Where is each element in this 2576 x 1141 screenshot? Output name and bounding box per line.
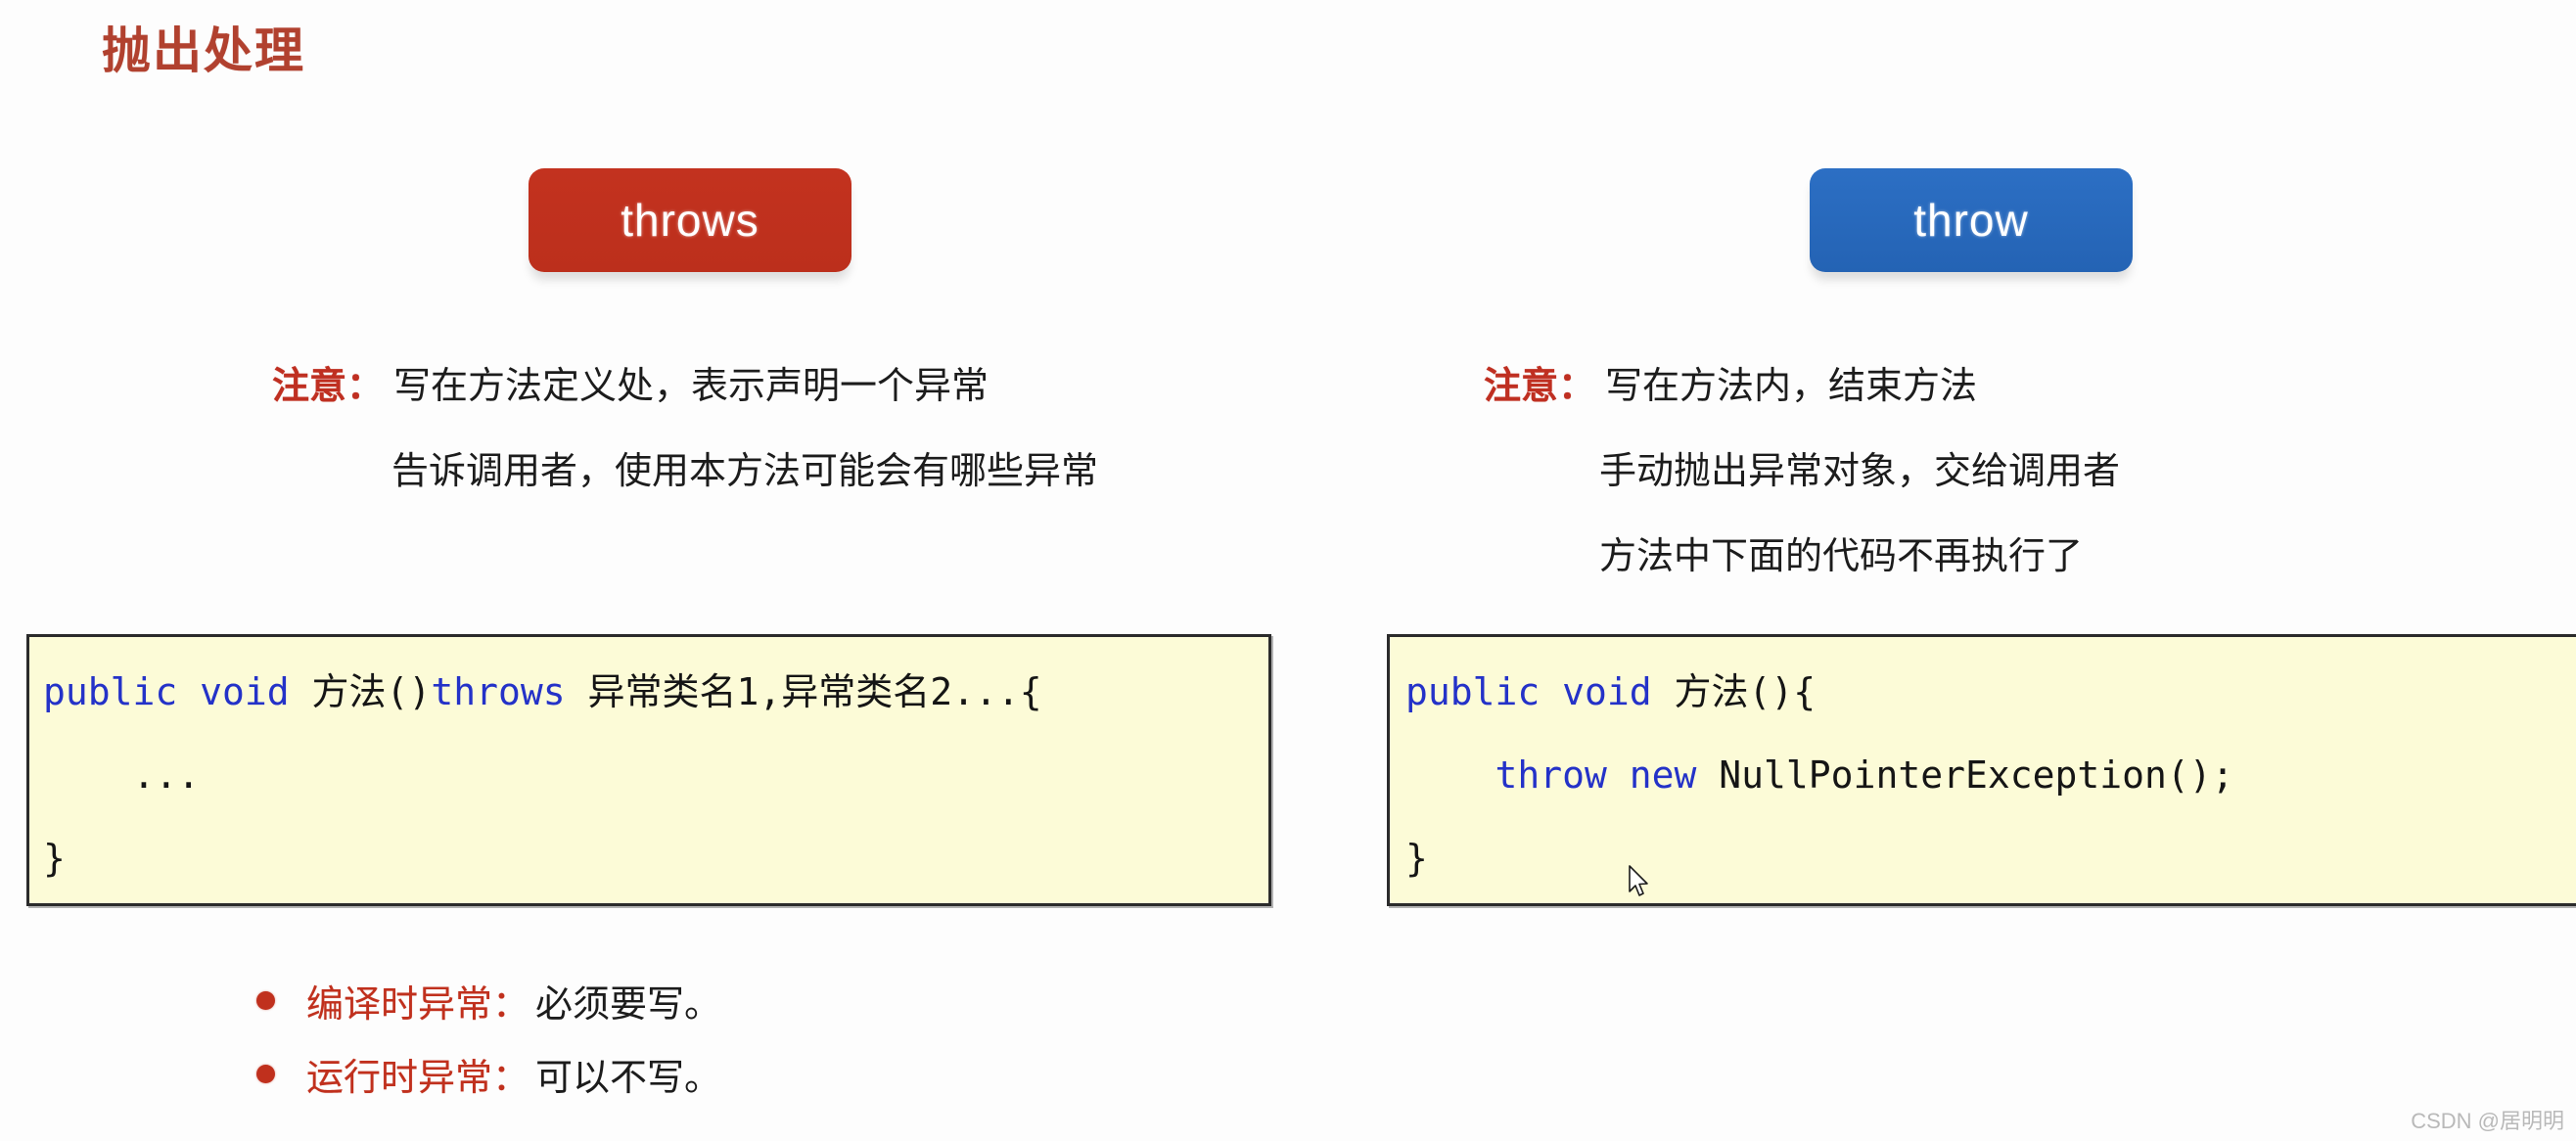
note-text: 方法中下面的代码不再执行了 — [1599, 536, 2084, 577]
throw-note-block: 注意： 写在方法内，结束方法 手动抛出异常对象，交给调用者 方法中下面的代码不再执… — [1484, 344, 2120, 600]
code-text: } — [43, 837, 66, 880]
code-text: 方法() — [311, 670, 432, 713]
throws-badge-label: throws — [621, 195, 759, 246]
throws-code-block: public void 方法()throws 异常类名1,异常类名2...{ .… — [26, 634, 1271, 906]
list-item-term: 编译时异常： — [306, 984, 530, 1026]
list-item: 运行时异常： 可以不写。 — [256, 1037, 721, 1111]
note-row: 注意： 写在方法定义处，表示声明一个异常 — [272, 344, 1098, 430]
note-label: 注意： — [272, 366, 385, 407]
code-text: ... — [43, 753, 201, 797]
code-line: ... — [29, 744, 1268, 827]
code-keyword: throws — [431, 670, 566, 713]
note-row: 方法中下面的代码不再执行了 — [1484, 515, 2120, 600]
list-item-desc: 必须要写。 — [535, 984, 722, 1026]
note-text: 告诉调用者，使用本方法可能会有哪些异常 — [391, 451, 1099, 492]
code-line: } — [29, 827, 1268, 903]
code-line: throw new NullPointerException(); — [1390, 744, 2576, 827]
code-line: } — [1390, 827, 2576, 903]
note-text: 写在方法内，结束方法 — [1605, 366, 1978, 407]
throws-note-block: 注意： 写在方法定义处，表示声明一个异常 告诉调用者，使用本方法可能会有哪些异常 — [272, 344, 1098, 515]
throw-badge-label: throw — [1913, 195, 2029, 246]
note-row: 告诉调用者，使用本方法可能会有哪些异常 — [272, 430, 1098, 515]
code-keyword: public void — [1405, 670, 1675, 713]
bullet-dot-icon — [256, 991, 275, 1010]
code-line: public void 方法()throws 异常类名1,异常类名2...{ — [29, 661, 1268, 744]
code-line: public void 方法(){ — [1390, 661, 2576, 744]
list-item-desc: 可以不写。 — [535, 1058, 722, 1099]
code-keyword: public void — [43, 670, 312, 713]
note-text: 手动抛出异常对象，交给调用者 — [1599, 451, 2121, 492]
exception-rules-list: 编译时异常： 必须要写。 运行时异常： 可以不写。 — [256, 964, 721, 1111]
note-row: 注意： 写在方法内，结束方法 — [1484, 344, 2120, 430]
bullet-dot-icon — [256, 1065, 275, 1083]
throw-keyword-badge: throw — [1810, 168, 2133, 272]
code-keyword: throw new — [1405, 753, 1720, 797]
code-text: 方法(){ — [1674, 670, 1817, 713]
code-text: } — [1405, 837, 1428, 880]
note-text: 写在方法定义处，表示声明一个异常 — [393, 366, 989, 407]
throws-keyword-badge: throws — [529, 168, 851, 272]
code-text: 异常类名1,异常类名2...{ — [565, 670, 1042, 713]
throw-code-block: public void 方法(){ throw new NullPointerE… — [1387, 634, 2576, 906]
list-item-term: 运行时异常： — [306, 1058, 530, 1099]
watermark: CSDN @居明明 — [2411, 1109, 2564, 1133]
list-item: 编译时异常： 必须要写。 — [256, 964, 721, 1037]
code-text: NullPointerException(); — [1719, 753, 2234, 797]
note-label: 注意： — [1484, 366, 1596, 407]
note-row: 手动抛出异常对象，交给调用者 — [1484, 430, 2120, 515]
page-title: 抛出处理 — [102, 23, 305, 78]
